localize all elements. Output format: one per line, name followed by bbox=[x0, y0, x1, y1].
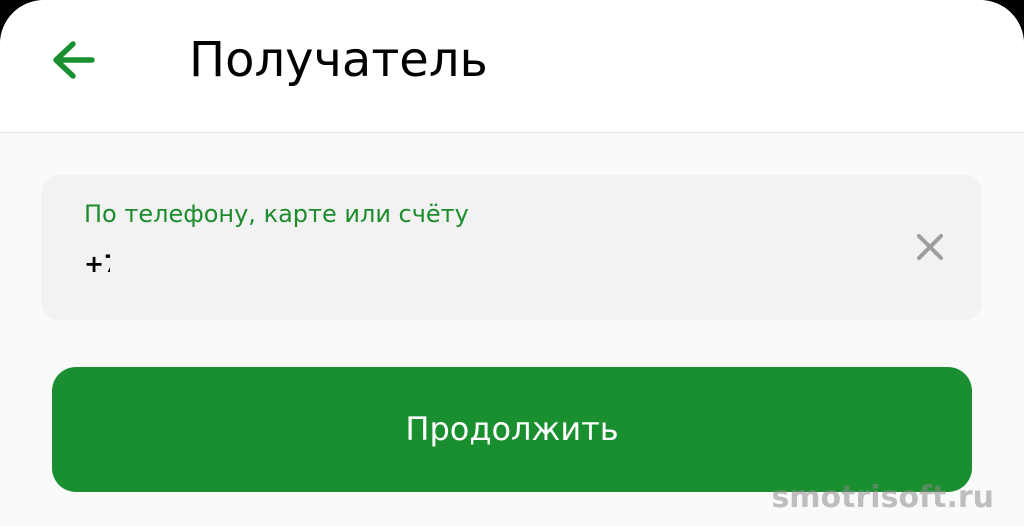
watermark: smotrisoft.ru bbox=[771, 480, 994, 515]
back-button[interactable] bbox=[44, 30, 104, 90]
recipient-input-value[interactable]: +7 bbox=[84, 249, 110, 279]
recipient-screen: Получатель По телефону, карте или счёту … bbox=[0, 0, 1024, 526]
page-title: Получатель bbox=[189, 32, 488, 88]
recipient-input-field[interactable]: По телефону, карте или счёту +7 bbox=[41, 175, 982, 320]
recipient-input-label: По телефону, карте или счёту bbox=[84, 200, 469, 228]
main-content: По телефону, карте или счёту +7 Продолжи… bbox=[0, 133, 1024, 526]
arrow-left-icon bbox=[53, 41, 95, 79]
continue-button[interactable]: Продолжить bbox=[52, 367, 972, 492]
top-app-bar: Получатель bbox=[0, 0, 1024, 133]
clear-button[interactable] bbox=[910, 227, 950, 267]
continue-button-label: Продолжить bbox=[405, 410, 619, 448]
close-icon bbox=[917, 234, 943, 260]
